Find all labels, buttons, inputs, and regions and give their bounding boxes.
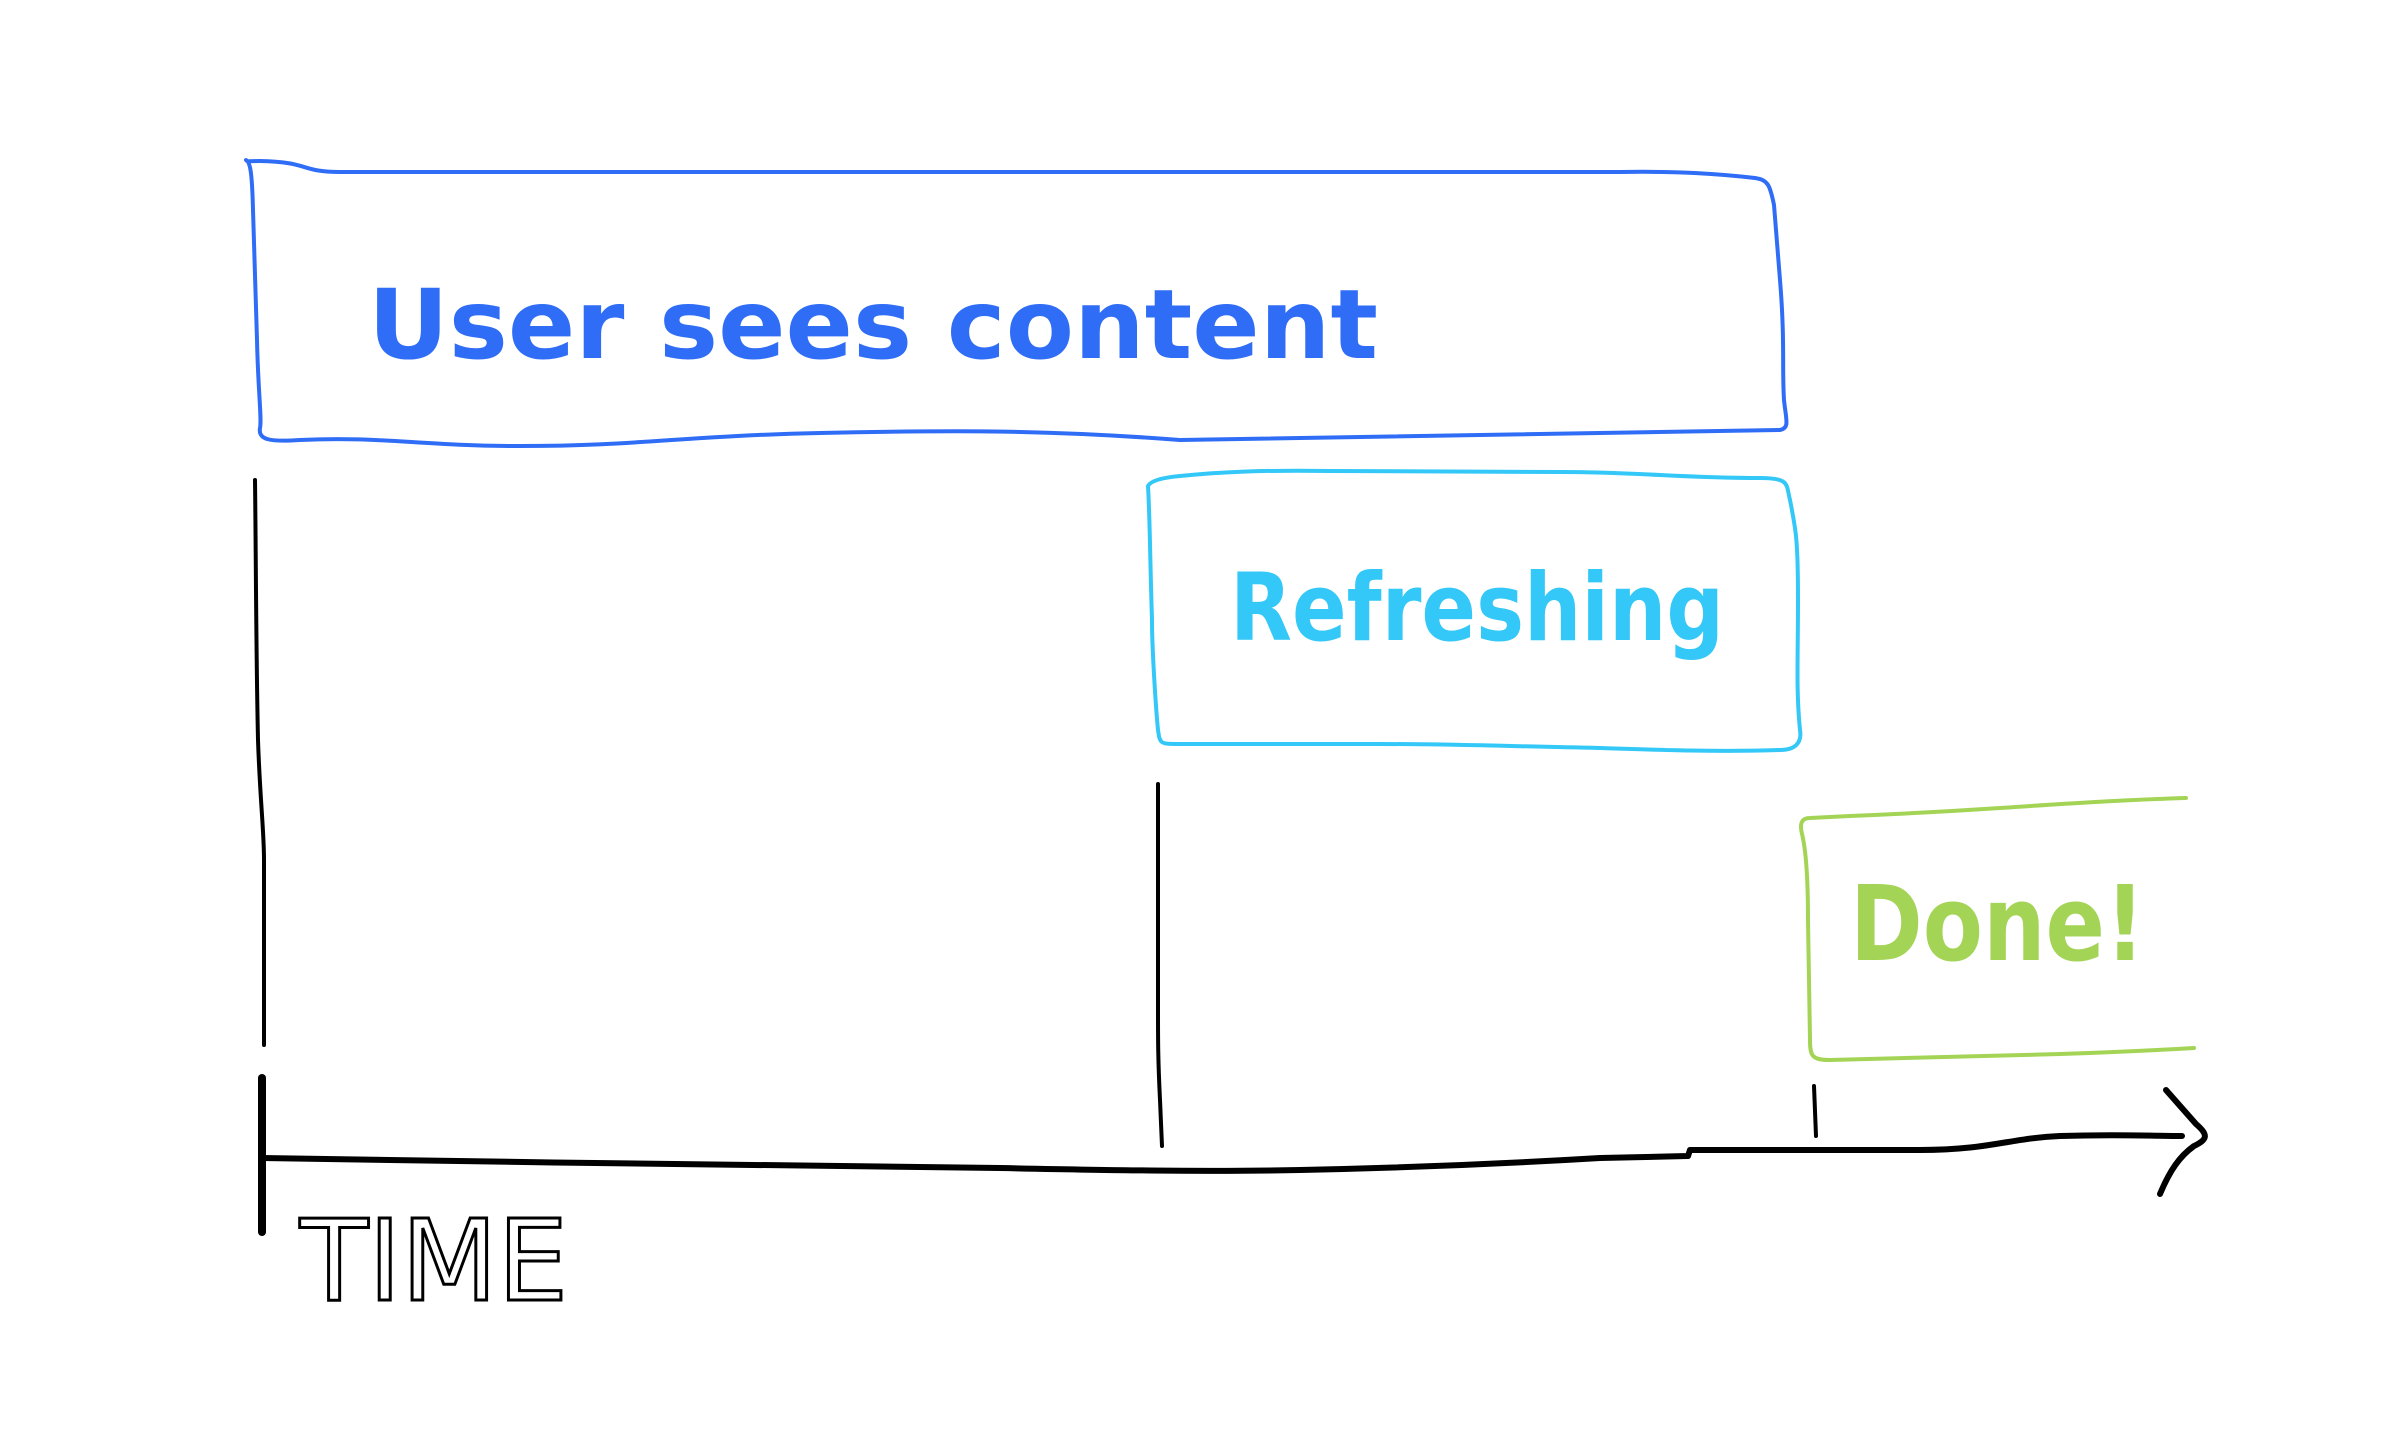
timeline-diagram: User sees content Refreshing Done! TIME: [244, 158, 2208, 1329]
time-axis-label: TIME: [298, 1196, 570, 1329]
refreshing-box: Refreshing: [1146, 468, 1803, 753]
time-axis: TIME: [258, 1074, 2208, 1329]
done-box: Done!: [1799, 796, 2196, 1062]
axis-arrowhead-icon: [2157, 1087, 2208, 1197]
axis-line: [259, 1132, 2185, 1174]
refreshing-label: Refreshing: [1230, 554, 1724, 663]
refresh-end-tick: [1812, 1084, 1818, 1138]
user-sees-content-box: User sees content: [244, 158, 1789, 448]
user-sees-content-label: User sees content: [368, 269, 1378, 381]
done-label: Done!: [1850, 863, 2145, 985]
time-axis-text: TIME: [299, 1197, 568, 1327]
diagram-canvas: User sees content Refreshing Done! TIME: [0, 0, 2400, 1440]
refresh-start-line: [1156, 782, 1164, 1148]
start-marker-line: [253, 478, 266, 1047]
